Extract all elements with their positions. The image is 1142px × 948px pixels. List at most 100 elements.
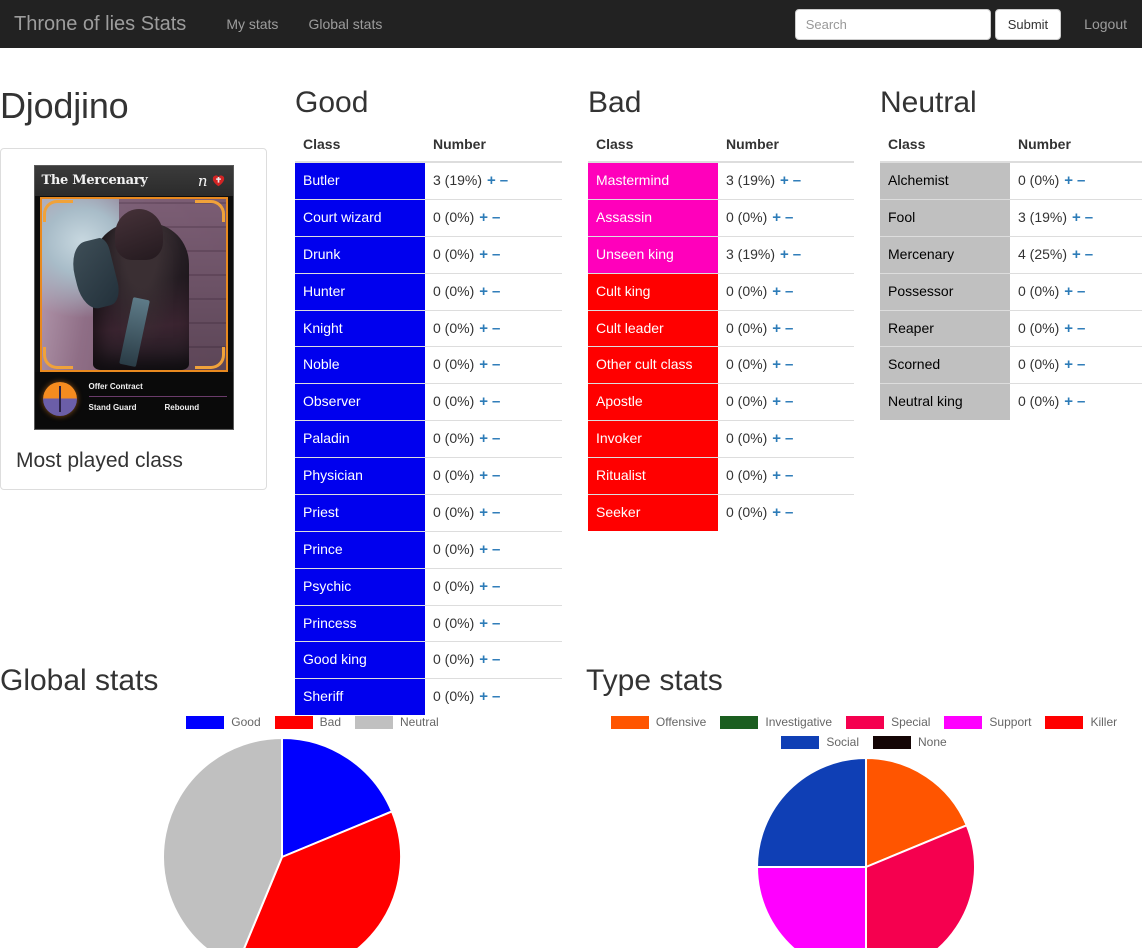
increment-icon[interactable]: + <box>479 468 488 483</box>
decrement-icon[interactable]: – <box>785 505 793 520</box>
decrement-icon[interactable]: – <box>1077 394 1085 409</box>
decrement-icon[interactable]: – <box>785 284 793 299</box>
column-header-class: Class <box>295 136 425 163</box>
card-header-right: n <box>198 172 226 190</box>
decrement-icon[interactable]: – <box>1085 210 1093 225</box>
legend-swatch <box>186 715 225 729</box>
class-count-value: 0 (0%) <box>1018 282 1060 299</box>
decrement-icon[interactable]: – <box>1085 247 1093 262</box>
decrement-icon[interactable]: – <box>492 431 500 446</box>
increment-icon[interactable]: + <box>1064 321 1073 336</box>
increment-icon[interactable]: + <box>1064 173 1073 188</box>
decrement-icon[interactable]: – <box>492 505 500 520</box>
increment-icon[interactable]: + <box>487 173 496 188</box>
class-name-cell: Ritualist <box>588 457 718 495</box>
decrement-icon[interactable]: – <box>492 210 500 225</box>
legend-item[interactable]: Investigative <box>720 715 832 729</box>
legend-item[interactable]: Offensive <box>610 715 706 729</box>
decrement-icon[interactable]: – <box>785 431 793 446</box>
increment-icon[interactable]: + <box>772 394 781 409</box>
bad-stats-table: Class Number Mastermind 3 (19%) + – Assassin… <box>588 136 854 531</box>
legend-item[interactable]: Killer <box>1045 715 1117 729</box>
increment-icon[interactable]: + <box>479 616 488 631</box>
legend-item[interactable]: Neutral <box>355 715 439 729</box>
decrement-icon[interactable]: – <box>793 173 801 188</box>
increment-icon[interactable]: + <box>479 394 488 409</box>
legend-swatch <box>873 735 911 749</box>
class-name-cell: Unseen king <box>588 235 718 274</box>
increment-icon[interactable]: + <box>772 284 781 299</box>
class-count-value: 0 (0%) <box>433 614 475 631</box>
type-stats-legend: Offensive Investigative Special Support Kill… <box>604 715 1124 749</box>
global-stats-heading: Global stats <box>0 664 159 697</box>
decrement-icon[interactable]: – <box>785 357 793 372</box>
increment-icon[interactable]: + <box>772 468 781 483</box>
good-heading: Good <box>295 86 369 119</box>
decrement-icon[interactable]: – <box>492 247 500 262</box>
decrement-icon[interactable]: – <box>492 284 500 299</box>
legend-item[interactable]: Special <box>846 715 930 729</box>
search-input[interactable] <box>794 8 991 40</box>
submit-button[interactable]: Submit <box>994 8 1062 40</box>
increment-icon[interactable]: + <box>1064 394 1073 409</box>
legend-item[interactable]: Bad <box>274 715 341 729</box>
increment-icon[interactable]: + <box>772 505 781 520</box>
increment-icon[interactable]: + <box>479 579 488 594</box>
legend-item[interactable]: None <box>873 735 947 749</box>
decrement-icon[interactable]: – <box>793 247 801 262</box>
decrement-icon[interactable]: – <box>492 468 500 483</box>
increment-icon[interactable]: + <box>479 542 488 557</box>
increment-icon[interactable]: + <box>1064 357 1073 372</box>
decrement-icon[interactable]: – <box>492 394 500 409</box>
legend-item[interactable]: Social <box>781 735 859 749</box>
decrement-icon[interactable]: – <box>1077 284 1085 299</box>
decrement-icon[interactable]: – <box>785 468 793 483</box>
decrement-icon[interactable]: – <box>492 616 500 631</box>
nav-link-my-stats[interactable]: My stats <box>211 16 293 32</box>
increment-icon[interactable]: + <box>1072 247 1081 262</box>
increment-icon[interactable]: + <box>479 284 488 299</box>
increment-icon[interactable]: + <box>772 210 781 225</box>
decrement-icon[interactable]: – <box>492 542 500 557</box>
legend-item[interactable]: Good <box>186 715 261 729</box>
decrement-icon[interactable]: – <box>785 321 793 336</box>
increment-icon[interactable]: + <box>772 321 781 336</box>
neutral-heading: Neutral <box>880 86 977 119</box>
decrement-icon[interactable]: – <box>492 321 500 336</box>
increment-icon[interactable]: + <box>1072 210 1081 225</box>
increment-icon[interactable]: + <box>479 247 488 262</box>
card-header: The Mercenary n <box>34 165 233 196</box>
decrement-icon[interactable]: – <box>785 394 793 409</box>
decrement-icon[interactable]: – <box>1077 173 1085 188</box>
decrement-icon[interactable]: – <box>492 579 500 594</box>
decrement-icon[interactable]: – <box>492 357 500 372</box>
decrement-icon[interactable]: – <box>785 210 793 225</box>
increment-icon[interactable]: + <box>780 247 789 262</box>
increment-icon[interactable]: + <box>479 431 488 446</box>
increment-icon[interactable]: + <box>479 210 488 225</box>
column-header-class: Class <box>880 136 1010 163</box>
increment-icon[interactable]: + <box>772 431 781 446</box>
legend-item[interactable]: Support <box>944 715 1031 729</box>
class-name-cell: Fool <box>880 198 1010 237</box>
increment-icon[interactable]: + <box>780 173 789 188</box>
decrement-icon[interactable]: – <box>1077 357 1085 372</box>
logout-link[interactable]: Logout <box>1061 16 1127 32</box>
decrement-icon[interactable]: – <box>500 173 508 188</box>
increment-icon[interactable]: + <box>772 357 781 372</box>
card-abilities: Offer Contract Stand Guard Rebound <box>88 378 227 412</box>
pie-slice[interactable] <box>756 866 867 948</box>
decrement-icon[interactable]: – <box>1077 321 1085 336</box>
navbar-brand[interactable]: Throne of lies Stats <box>14 14 201 34</box>
class-name-cell: Mercenary <box>880 235 1010 274</box>
increment-icon[interactable]: + <box>1064 284 1073 299</box>
pie-slice[interactable] <box>756 757 867 868</box>
legend-swatch <box>944 715 983 729</box>
nav-link-global-stats[interactable]: Global stats <box>293 16 397 32</box>
class-count-cell: 0 (0%) + – <box>718 420 854 458</box>
increment-icon[interactable]: + <box>479 357 488 372</box>
increment-icon[interactable]: + <box>479 321 488 336</box>
class-count-value: 0 (0%) <box>433 356 475 373</box>
class-count-cell: 0 (0%) + – <box>425 420 562 458</box>
increment-icon[interactable]: + <box>479 505 488 520</box>
